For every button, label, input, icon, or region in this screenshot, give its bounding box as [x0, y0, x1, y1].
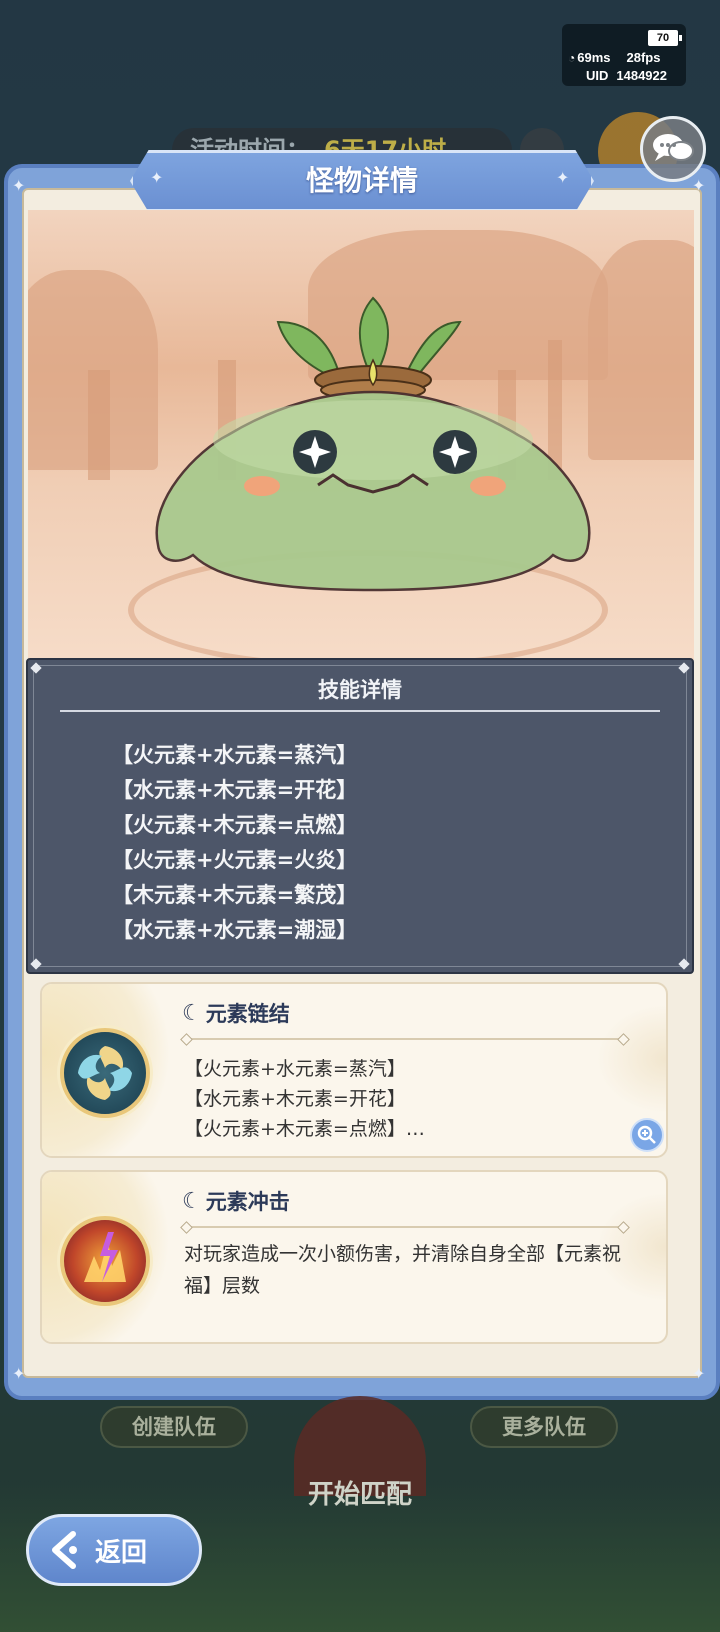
ability-title: ☾ 元素冲击 [182, 1186, 290, 1216]
ability-title-text: 元素冲击 [205, 1190, 290, 1214]
zoom-in-button[interactable] [630, 1118, 664, 1152]
ability-line: 【火元素+木元素=点燃】… [184, 1118, 425, 1140]
ability-line: 【火元素+水元素=蒸汽】 [184, 1058, 406, 1080]
uid-label: UID [586, 68, 609, 83]
ability-card-element-impact[interactable]: ☾ 元素冲击 对玩家造成一次小额伤害，并清除自身全部【元素祝福】层数 [40, 1170, 668, 1344]
list-item: 【木元素+木元素=繁茂】 [112, 883, 358, 907]
ability-title-text: 元素链结 [205, 1002, 290, 1026]
card-divider [184, 1226, 626, 1228]
star-decoration-icon: ✦ [12, 176, 26, 195]
more-teams-button: 更多队伍 [470, 1406, 618, 1448]
star-decoration-icon: ✦ [692, 176, 706, 195]
ability-description: 对玩家造成一次小额伤害，并清除自身全部【元素祝福】层数 [184, 1243, 622, 1297]
star-decoration-icon: ✦ [150, 168, 164, 187]
element-impact-icon [60, 1216, 150, 1306]
skill-panel-divider [60, 710, 660, 712]
ability-description: 【火元素+水元素=蒸汽】 【水元素+木元素=开花】 【火元素+木元素=点燃】… [184, 1054, 644, 1144]
start-match-label: 开始匹配 [307, 1480, 412, 1510]
performance-overlay: 70 ◔ 69ms 28fps UID 1484922 [562, 24, 686, 86]
moon-icon: ☾ [182, 1188, 202, 1214]
back-arrow-icon [52, 1531, 77, 1569]
back-label: 返回 [95, 1537, 148, 1568]
skill-panel-title: 技能详情 [318, 678, 402, 702]
ability-title: ☾ 元素链结 [182, 998, 290, 1028]
card-divider [184, 1038, 626, 1040]
element-link-icon [60, 1028, 150, 1118]
uid-value: 1484922 [616, 68, 668, 83]
back-button[interactable]: 返回 [26, 1514, 202, 1586]
star-decoration-icon: ✦ [692, 1364, 706, 1383]
fps-readout: 28fps [626, 50, 661, 65]
list-item: 【水元素+水元素=潮湿】 [112, 918, 358, 942]
ping-value: 69ms [577, 50, 611, 65]
ping-readout: ◔ 69ms [568, 50, 611, 65]
create-team-button: 创建队伍 [100, 1406, 248, 1448]
monster-portrait [28, 210, 694, 660]
chat-bubble-icon [653, 134, 694, 161]
star-decoration-icon: ✦ [12, 1364, 26, 1383]
list-item: 【火元素+水元素=蒸汽】 [112, 743, 358, 767]
ability-card-element-link[interactable]: ☾ 元素链结 【火元素+水元素=蒸汽】 【水元素+木元素=开花】 【火元素+木元… [40, 982, 668, 1158]
list-item: 【火元素+木元素=点燃】 [112, 813, 358, 837]
ability-line: 【水元素+木元素=开花】 [184, 1088, 406, 1110]
skill-detail-panel: 技能详情 【火元素+水元素=蒸汽】 【水元素+木元素=开花】 【火元素+木元素=… [26, 658, 694, 974]
skill-reaction-list: 【火元素+水元素=蒸汽】 【水元素+木元素=开花】 【火元素+木元素=点燃】 【… [112, 738, 357, 948]
list-item: 【水元素+木元素=开花】 [112, 778, 358, 802]
dendro-slime-icon [155, 296, 591, 592]
moon-icon: ☾ [182, 1000, 202, 1026]
wifi-icon: ◔ [568, 51, 576, 65]
battery-indicator: 70 [648, 30, 682, 46]
list-item: 【火元素+火元素=火炎】 [112, 848, 358, 872]
magnifier-icon [637, 1125, 656, 1144]
dialog-title: 怪物详情 [305, 164, 418, 197]
chat-button[interactable] [640, 116, 706, 182]
star-decoration-icon: ✦ [556, 168, 570, 187]
